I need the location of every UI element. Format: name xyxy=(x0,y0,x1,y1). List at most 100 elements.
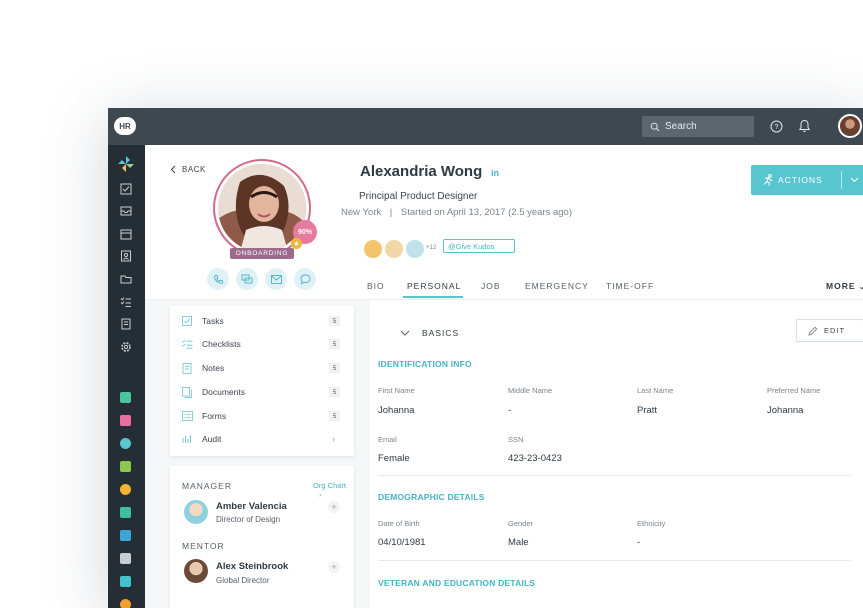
personal-content: BASICS EDIT IDENTIFICATION INFO First Na… xyxy=(370,300,863,608)
nav-reports-icon[interactable] xyxy=(118,317,134,331)
employee-title: Principal Product Designer xyxy=(359,191,478,202)
edit-button[interactable]: EDIT xyxy=(796,319,863,342)
chevron-right-icon: › xyxy=(319,490,322,499)
app-shortcut-icon[interactable] xyxy=(120,438,131,449)
tab-personal[interactable]: PERSONAL xyxy=(407,281,461,291)
identification-section-title: IDENTIFICATION INFO xyxy=(378,359,472,369)
linkedin-icon[interactable]: in xyxy=(491,168,499,178)
people-card: MANAGER Org Chart › Amber Valencia Direc… xyxy=(170,466,354,608)
org-chart-link[interactable]: Org Chart › xyxy=(313,481,354,499)
app-shortcut-icon[interactable] xyxy=(120,461,131,472)
middle-name-value: - xyxy=(508,405,512,416)
ethnicity-value: - xyxy=(637,537,641,548)
menu-item-label: Documents xyxy=(202,387,245,397)
mentor-section-label: MENTOR xyxy=(182,541,225,551)
kudos-more-count[interactable]: +12 xyxy=(426,245,436,251)
tab-bio[interactable]: BIO xyxy=(367,281,385,291)
employee-location-start: New York | Started on April 13, 2017 (2.… xyxy=(341,207,572,218)
message-button[interactable] xyxy=(294,268,316,290)
mentor-name[interactable]: Alex Steinbrook xyxy=(216,561,288,572)
nav-inbox-icon[interactable] xyxy=(118,204,134,218)
search-placeholder: Search xyxy=(665,121,697,132)
audit-icon xyxy=(182,435,191,443)
tab-emergency[interactable]: EMERGENCY xyxy=(525,281,589,291)
menu-item-label: Checklists xyxy=(202,339,241,349)
dob-label: Date of Birth xyxy=(378,519,420,528)
app-shortcut-icon[interactable] xyxy=(120,530,131,541)
add-manager-button[interactable]: + xyxy=(328,501,340,513)
menu-item-tasks[interactable]: Tasks 5 xyxy=(170,311,354,331)
nav-settings-icon[interactable] xyxy=(118,340,134,354)
bell-icon[interactable] xyxy=(798,119,811,133)
app-window: HR Search ? BACK 90% ★ ONBOARDING Alexan… xyxy=(108,108,863,608)
preferred-name-value: Johanna xyxy=(767,405,804,416)
search-icon xyxy=(650,122,660,131)
tab-time-off[interactable]: TIME-OFF xyxy=(606,281,654,291)
preferred-name-label: Preferred Name xyxy=(767,386,821,395)
middle-name-label: Middle Name xyxy=(508,386,553,395)
running-person-icon xyxy=(763,174,773,186)
employee-start-date: Started on April 13, 2017 (2.5 years ago… xyxy=(400,207,572,218)
nav-folder-icon[interactable] xyxy=(118,272,134,286)
phone-button[interactable] xyxy=(207,268,229,290)
nav-calendar-icon[interactable] xyxy=(118,227,134,241)
app-shortcut-icon[interactable] xyxy=(120,392,131,403)
phone-icon xyxy=(213,274,223,284)
menu-item-checklists[interactable]: Checklists 5 xyxy=(170,334,354,354)
kudos-avatar[interactable] xyxy=(404,238,426,260)
tab-job[interactable]: JOB xyxy=(481,281,501,291)
manager-avatar[interactable] xyxy=(184,500,208,524)
email-value: Female xyxy=(378,453,410,464)
more-tabs-button[interactable]: MORE ⌄ xyxy=(826,281,863,291)
main-area: BACK 90% ★ ONBOARDING Alexandria Wong in… xyxy=(145,145,863,608)
menu-item-label: Tasks xyxy=(202,316,224,326)
section-divider xyxy=(378,560,851,561)
last-name-value: Pratt xyxy=(637,405,658,416)
back-button[interactable]: BACK xyxy=(170,165,206,174)
nav-tasks-icon[interactable] xyxy=(118,182,134,196)
menu-item-count: 5 xyxy=(329,363,340,373)
kudos-avatar[interactable] xyxy=(362,238,384,260)
ssn-label: SSN xyxy=(508,435,524,444)
help-icon[interactable]: ? xyxy=(770,120,783,133)
menu-item-forms[interactable]: Forms 5 xyxy=(170,406,354,426)
give-kudos-button[interactable]: @ Give Kudos xyxy=(443,239,515,253)
mentor-avatar[interactable] xyxy=(184,559,208,583)
basics-section-toggle[interactable]: BASICS xyxy=(400,328,459,338)
left-panel: Tasks 5 Checklists 5 Notes 5 Documents 5 xyxy=(145,300,370,608)
app-shortcut-icon[interactable] xyxy=(120,553,131,564)
nav-checklist-icon[interactable] xyxy=(118,295,134,309)
add-mentor-button[interactable]: + xyxy=(328,561,340,573)
app-shortcut-icon[interactable] xyxy=(120,576,131,587)
user-avatar[interactable] xyxy=(838,114,862,138)
app-shortcut-icon[interactable] xyxy=(120,507,131,518)
pinwheel-logo-icon[interactable] xyxy=(117,155,135,173)
ethnicity-label: Ethnicity xyxy=(637,519,666,528)
email-label: Email xyxy=(378,435,397,444)
app-shortcut-icon[interactable] xyxy=(120,599,131,608)
kudos-avatar[interactable] xyxy=(383,238,405,260)
dob-value: 04/10/1981 xyxy=(378,537,426,548)
app-shortcut-icon[interactable] xyxy=(120,484,131,495)
give-kudos-label: Give Kudos xyxy=(455,241,495,251)
menu-item-documents[interactable]: Documents 5 xyxy=(170,382,354,402)
chat-button[interactable] xyxy=(236,268,258,290)
hr-logo[interactable]: HR xyxy=(114,117,136,135)
email-button[interactable] xyxy=(265,268,287,290)
menu-item-audit[interactable]: Audit › xyxy=(170,429,354,449)
menu-item-label: Audit xyxy=(202,434,222,444)
app-shortcut-icon[interactable] xyxy=(120,415,131,426)
last-name-label: Last Name xyxy=(637,386,674,395)
actions-button[interactable]: ACTIONS xyxy=(751,165,863,195)
menu-item-label: Forms xyxy=(202,411,227,421)
tasks-icon xyxy=(182,316,192,326)
chevron-down-icon[interactable] xyxy=(850,177,859,183)
manager-name[interactable]: Amber Valencia xyxy=(216,501,287,512)
search-input[interactable]: Search xyxy=(642,116,754,137)
nav-people-icon[interactable] xyxy=(118,249,134,263)
menu-item-count: 5 xyxy=(329,316,340,326)
menu-item-notes[interactable]: Notes 5 xyxy=(170,358,354,378)
more-label: MORE xyxy=(826,281,856,291)
chevron-right-icon: › xyxy=(332,434,335,444)
edit-label: EDIT xyxy=(824,326,846,335)
